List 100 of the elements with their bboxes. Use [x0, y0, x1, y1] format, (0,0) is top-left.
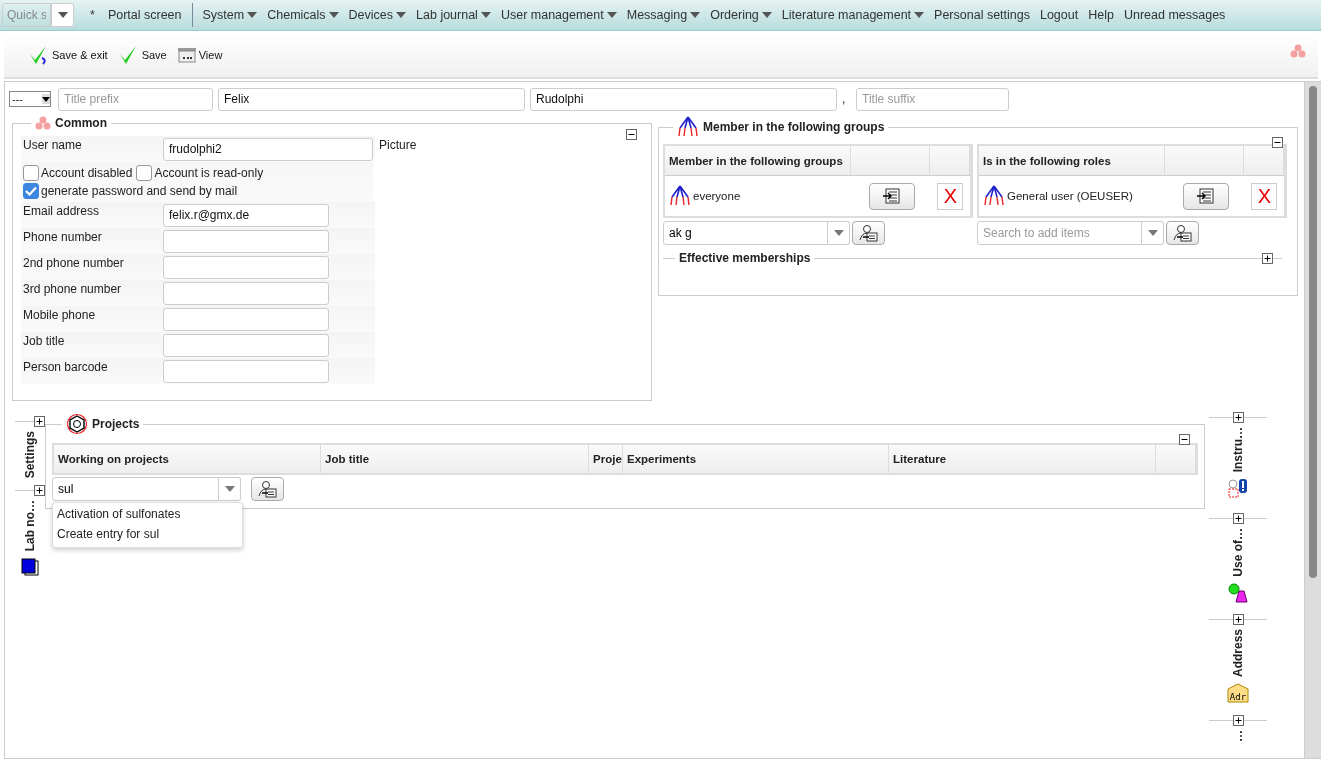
lookup-button[interactable] [251, 477, 284, 501]
nav-menu[interactable]: Personal settings [929, 0, 1035, 30]
caret-icon [247, 12, 258, 18]
checkbox[interactable] [23, 183, 39, 199]
column-header: Working on projects [54, 445, 322, 473]
side-tab[interactable]: Use of… [1231, 528, 1245, 577]
column-header: Literature [889, 445, 1157, 473]
nav-menu[interactable]: Help [1083, 0, 1119, 30]
nav-menu[interactable]: Unread messages [1118, 0, 1231, 30]
checkbox[interactable] [23, 165, 39, 181]
expand-icon[interactable] [1262, 252, 1273, 264]
lookup-button[interactable] [852, 221, 885, 245]
last-name-field[interactable]: Rudolphi [530, 87, 837, 111]
expand-icon[interactable] [1232, 715, 1244, 726]
input-field[interactable] [163, 359, 329, 383]
side-tab[interactable]: Address [1231, 629, 1245, 678]
tree-icon [669, 185, 691, 207]
nav-menu[interactable]: Ordering [705, 0, 777, 30]
field-label: User name [21, 136, 161, 162]
suggestion-item[interactable]: Activation of sulfonates [53, 505, 242, 525]
input-field[interactable] [163, 255, 329, 279]
column-header: Job title [321, 445, 590, 473]
list-icon [1196, 188, 1215, 204]
dropdown-button[interactable] [828, 221, 850, 245]
column-header: Member in the following groups [665, 146, 852, 176]
title-select[interactable]: --- [9, 91, 51, 107]
caret-icon [480, 12, 491, 18]
expand-icon[interactable] [1232, 614, 1244, 625]
quick-search-field[interactable]: Quick s [2, 3, 51, 27]
expand-icon[interactable] [1232, 513, 1244, 524]
first-name-field[interactable]: Felix [218, 87, 525, 111]
remove-button[interactable]: X [1251, 182, 1278, 210]
hexagon-icon [66, 413, 88, 435]
input-field[interactable] [163, 333, 329, 357]
search-field[interactable]: ak g [663, 221, 828, 245]
tray-icon [176, 46, 197, 64]
expand-icon[interactable] [1232, 412, 1244, 423]
column-header: Proje [589, 445, 623, 473]
toolbar-button[interactable]: View [172, 46, 227, 64]
nav-menu[interactable]: Literature management [776, 0, 930, 30]
caret-icon [328, 12, 339, 18]
column-header: Experiments [623, 445, 890, 473]
instrument-icon [1227, 478, 1249, 499]
dropdown-button[interactable] [51, 3, 74, 27]
book-icon [21, 557, 39, 576]
side-tab[interactable]: … [1231, 730, 1245, 742]
collapse-icon[interactable] [1272, 137, 1283, 148]
side-tab[interactable]: Settings [23, 431, 37, 479]
field-label: Person barcode [21, 358, 161, 384]
dropdown-button[interactable] [1142, 221, 1164, 245]
nav-menu[interactable]: Chemicals [262, 0, 344, 30]
title-prefix-field[interactable]: Title prefix [58, 87, 213, 111]
nav-menu[interactable]: Lab journal [411, 0, 496, 30]
nav-menu[interactable]: Logout [1034, 0, 1084, 30]
side-tab[interactable]: Instru… [1231, 427, 1245, 473]
lookup-button[interactable] [1166, 221, 1199, 245]
remove-button[interactable]: X [937, 182, 964, 210]
caret-icon [224, 486, 235, 492]
search-field[interactable]: Search to add items [977, 221, 1142, 245]
section-title: Projects [92, 417, 140, 431]
checkbox-label: generate password and send by mail [41, 184, 238, 198]
tree-icon [983, 185, 1005, 207]
person-list-icon [1172, 224, 1193, 242]
nav-link[interactable]: Portal screen [102, 0, 187, 30]
side-tab[interactable]: Lab no… [23, 500, 37, 552]
nav-menu[interactable]: User management [495, 0, 622, 30]
column-header: Is in the following roles [979, 146, 1166, 176]
title-suffix-field[interactable]: Title suffix [856, 87, 1009, 111]
toolbar-button[interactable]: Save [113, 44, 171, 66]
nav-menu[interactable]: Devices [343, 0, 412, 30]
expand-icon[interactable] [34, 485, 45, 497]
input-field[interactable] [163, 281, 329, 305]
input-field[interactable] [163, 229, 329, 253]
collapse-icon[interactable] [1179, 434, 1190, 445]
checkbox[interactable] [136, 165, 153, 181]
input-field[interactable] [163, 307, 329, 331]
field-label: Mobile phone [21, 306, 161, 332]
search-field[interactable]: sul [52, 477, 219, 501]
list-icon [882, 188, 901, 204]
table-cell: everyone [693, 190, 741, 202]
caret-icon [396, 12, 407, 18]
edit-button[interactable] [1182, 182, 1229, 210]
expand-icon[interactable] [34, 416, 45, 427]
person-list-icon [858, 224, 879, 242]
caret-icon [42, 94, 50, 104]
dropdown-button[interactable] [219, 477, 241, 501]
group-icon [1290, 44, 1306, 58]
field-label: Email address [21, 202, 161, 228]
caret-icon [761, 12, 772, 18]
toolbar-button[interactable]: Save & exit [24, 44, 112, 66]
suggestion-item[interactable]: Create entry for sul [53, 525, 242, 545]
input-field[interactable]: felix.r@gmx.de [163, 203, 329, 227]
nav-menu[interactable]: Messaging [621, 0, 706, 30]
caret-icon [1147, 230, 1158, 236]
collapse-icon[interactable] [626, 129, 637, 140]
edit-button[interactable] [868, 182, 915, 210]
nav-menu[interactable]: System [197, 0, 263, 30]
user-name-field[interactable]: frudolphi2 [163, 137, 373, 161]
scrollbar[interactable] [1304, 82, 1321, 758]
nav-link[interactable]: * [82, 0, 103, 30]
